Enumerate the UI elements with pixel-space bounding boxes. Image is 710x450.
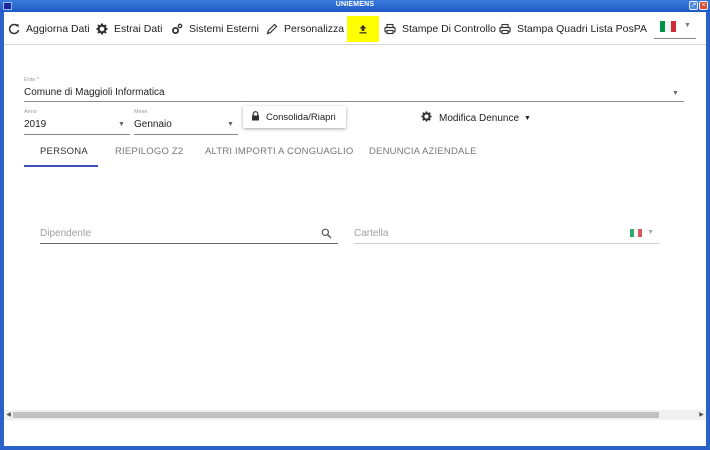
stampa-quadri-button[interactable]: Stampa Quadri Lista PosPA (499, 16, 647, 42)
ente-label: Ente * (24, 77, 39, 83)
mese-underline (134, 134, 238, 135)
lock-icon (251, 110, 260, 124)
maximize-button[interactable]: ↗ (689, 1, 698, 10)
toolbar: Aggiorna Dati Estrai Dati Sistemi Estern… (4, 12, 706, 45)
sistemi-esterni-label: Sistemi Esterni (189, 23, 260, 35)
stampe-di-controllo-button[interactable]: Stampe Di Controllo (384, 16, 496, 42)
scrollbar-thumb[interactable] (13, 412, 659, 418)
chevron-down-icon[interactable]: ▼ (227, 121, 234, 128)
gear-icon (421, 111, 432, 125)
tab-persona[interactable]: PERSONA (40, 146, 88, 157)
printer-icon (384, 23, 396, 35)
italy-flag-icon (660, 21, 676, 32)
dipendente-placeholder: Dipendente (40, 228, 92, 239)
window-title: UNIEMENS (335, 1, 375, 8)
personalizza-label: Personalizza (284, 23, 345, 35)
sistemi-esterni-button[interactable]: Sistemi Esterni (171, 16, 259, 42)
dipendente-search-field[interactable]: Dipendente (40, 226, 338, 244)
language-selector[interactable]: ▼ (654, 17, 696, 39)
chevron-down-icon[interactable]: ▼ (647, 229, 654, 236)
personalizza-button[interactable]: Personalizza (266, 16, 344, 42)
scroll-right-icon[interactable]: ▶ (697, 410, 706, 420)
mese-value[interactable]: Gennaio (134, 119, 172, 130)
estrai-dati-button[interactable]: Estrai Dati (96, 16, 162, 42)
printer-icon (499, 23, 511, 35)
cartella-placeholder: Cartella (354, 228, 389, 239)
gear-icon (96, 23, 108, 35)
consolida-riapri-label: Consolida/Riapri (266, 111, 336, 123)
tab-altri-importi[interactable]: ALTRI IMPORTI A CONGUAGLIO (205, 146, 353, 157)
caret-down-icon: ▼ (524, 114, 531, 122)
tab-denuncia-aziendale[interactable]: DENUNCIA AZIENDALE (369, 146, 477, 157)
aggiorna-dati-button[interactable]: Aggiorna Dati (8, 16, 90, 42)
modifica-denunce-label: Modifica Denunce (439, 112, 520, 124)
chevron-down-icon[interactable]: ▼ (672, 90, 679, 97)
italy-flag-icon (630, 229, 642, 237)
estrai-dati-label: Estrai Dati (114, 23, 163, 35)
ente-underline (24, 101, 684, 102)
tab-riepilogo-z2[interactable]: RIEPILOGO Z2 (115, 146, 183, 157)
active-tab-indicator (24, 165, 98, 167)
anno-value[interactable]: 2019 (24, 119, 46, 130)
upload-icon (357, 23, 369, 35)
client-area: Aggiorna Dati Estrai Dati Sistemi Estern… (4, 12, 706, 446)
stampe-di-controllo-label: Stampe Di Controllo (402, 23, 496, 35)
refresh-icon (8, 23, 20, 35)
horizontal-scrollbar[interactable]: ◀ ▶ (4, 410, 706, 420)
cartella-field[interactable]: Cartella ▼ (354, 226, 660, 244)
ente-value[interactable]: Comune di Maggioli Informatica (24, 87, 165, 98)
aggiorna-dati-label: Aggiorna Dati (26, 23, 90, 35)
anno-label: Anno (24, 109, 37, 115)
scroll-left-icon[interactable]: ◀ (4, 410, 13, 420)
search-icon[interactable] (321, 226, 332, 244)
app-window: UNIEMENS ↗ × Aggiorna Dati Estrai Dati S… (0, 0, 710, 450)
upload-button[interactable] (347, 16, 379, 42)
anno-underline (24, 134, 130, 135)
stampa-quadri-label: Stampa Quadri Lista PosPA (517, 23, 647, 35)
pencil-icon (266, 23, 278, 35)
close-button[interactable]: × (699, 1, 708, 10)
title-bar: UNIEMENS ↗ × (0, 0, 710, 12)
cogs-icon (171, 23, 183, 35)
modifica-denunce-button[interactable]: Modifica Denunce ▼ (421, 111, 531, 125)
chevron-down-icon: ▼ (684, 22, 691, 29)
consolida-riapri-button[interactable]: Consolida/Riapri (243, 106, 346, 128)
mese-label: Mese (134, 109, 148, 115)
chevron-down-icon[interactable]: ▼ (118, 121, 125, 128)
